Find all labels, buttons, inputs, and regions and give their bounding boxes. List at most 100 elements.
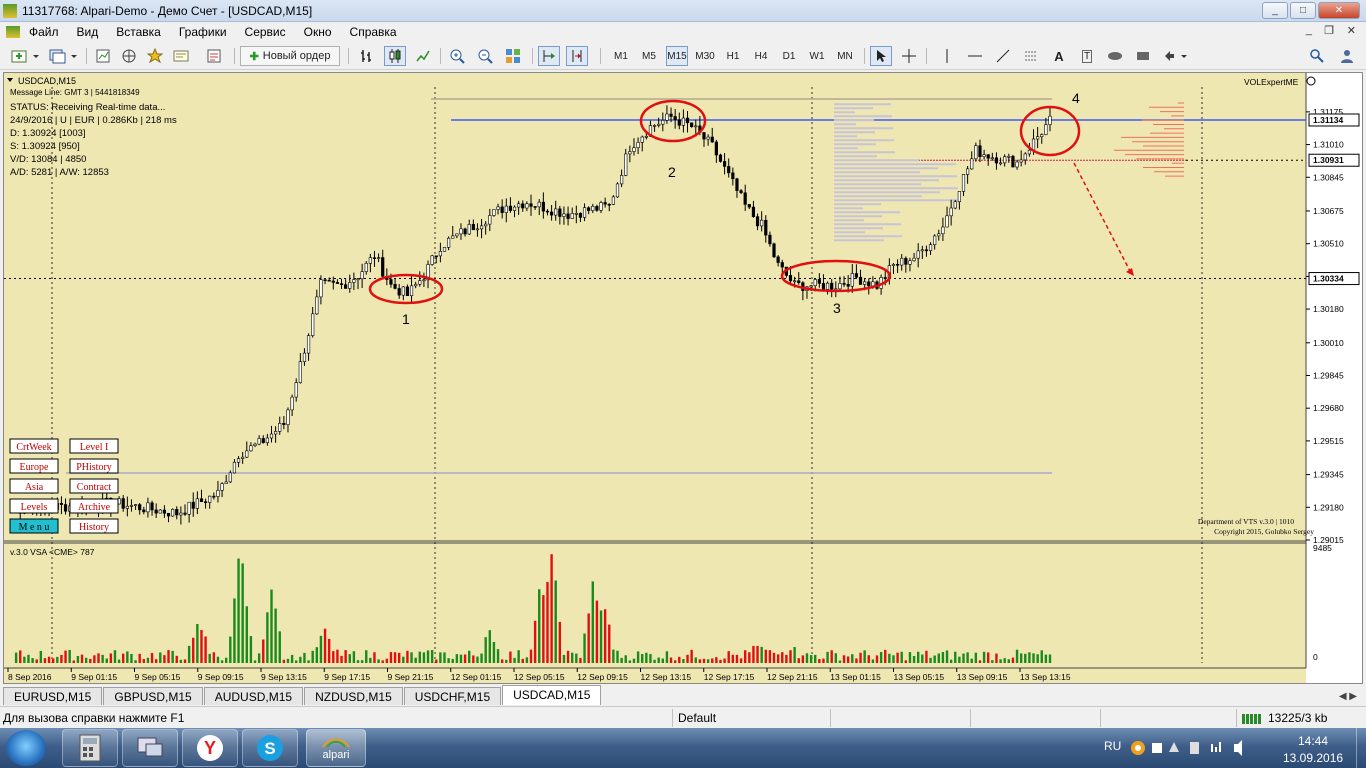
candle-body: [599, 202, 603, 211]
account-icon[interactable]: [1336, 46, 1358, 66]
panel-button-europe[interactable]: Europe: [9, 458, 59, 474]
panel-button-crtweek[interactable]: CrtWeek: [9, 438, 59, 454]
tray-icons[interactable]: [1130, 738, 1270, 768]
new-order-button[interactable]: ✚ Новый ордер: [240, 46, 340, 66]
volume-bar: [167, 650, 170, 663]
tray-date[interactable]: 13.09.2016: [1283, 751, 1343, 768]
bar-chart-icon[interactable]: [356, 46, 378, 66]
volume-bar: [772, 652, 776, 663]
start-button[interactable]: [6, 730, 46, 766]
close-button[interactable]: ✕: [1318, 2, 1360, 19]
tab-eurusd[interactable]: EURUSD,M15: [3, 687, 103, 705]
menu-file[interactable]: Файл: [20, 25, 68, 39]
tab-usdchf[interactable]: USDCHF,M15: [403, 687, 502, 705]
price-tick-label: 1.30675: [1313, 206, 1344, 216]
search-icon[interactable]: [1306, 46, 1328, 66]
show-desktop-button[interactable]: [1356, 728, 1366, 768]
chart-shift-icon[interactable]: [566, 46, 588, 66]
panel-button-asia[interactable]: Asia: [9, 478, 59, 494]
timeframe-d1[interactable]: D1: [778, 46, 800, 66]
volume-bar: [711, 658, 714, 663]
taskbar-alpari[interactable]: alpari: [306, 729, 366, 767]
volume-bar: [809, 655, 813, 663]
taskbar-skype[interactable]: S: [242, 729, 298, 767]
timeframe-h4[interactable]: H4: [750, 46, 772, 66]
panel-button-archive[interactable]: Archive: [69, 498, 119, 514]
tab-usdcad[interactable]: USDCAD,M15: [502, 685, 602, 705]
child-close-icon[interactable]: ✕: [1347, 24, 1356, 37]
child-restore-icon[interactable]: ❐: [1324, 24, 1334, 37]
candle-body: [504, 205, 508, 214]
market-watch-icon[interactable]: [92, 46, 114, 66]
menu-charts[interactable]: Графики: [170, 25, 236, 39]
arrows-dropdown-icon[interactable]: [1160, 46, 1192, 66]
menu-tools[interactable]: Сервис: [236, 25, 295, 39]
channel-icon[interactable]: [1020, 46, 1042, 66]
timeframe-mn[interactable]: MN: [834, 46, 856, 66]
menu-help[interactable]: Справка: [341, 25, 406, 39]
tab-audusd[interactable]: AUDUSD,M15: [203, 687, 304, 705]
taskbar-yandex[interactable]: Y: [182, 729, 238, 767]
tab-scroll-arrows[interactable]: ◀ ▶: [1333, 691, 1363, 705]
timeframe-h1[interactable]: H1: [722, 46, 744, 66]
tile-windows-icon[interactable]: [502, 46, 524, 66]
volume-bar: [402, 656, 405, 663]
tab-gbpusd[interactable]: GBPUSD,M15: [103, 687, 203, 705]
candle-body: [867, 281, 871, 287]
minimize-button[interactable]: _: [1262, 2, 1288, 19]
volume-bar: [974, 652, 978, 663]
timeframe-m1[interactable]: M1: [610, 46, 632, 66]
auto-scroll-icon[interactable]: [538, 46, 560, 66]
candle-body: [904, 257, 908, 265]
chart-window[interactable]: USDCAD,M15 1.31175 1.31010 1.30845 1.30675 1.…: [3, 72, 1363, 684]
timeframe-m30[interactable]: M30: [694, 46, 716, 66]
ellipse-icon[interactable]: [1104, 46, 1126, 66]
menu-view[interactable]: Вид: [68, 25, 108, 39]
maximize-button[interactable]: □: [1290, 2, 1316, 19]
panel-button-phistory[interactable]: PHistory: [69, 458, 119, 474]
taskbar-calculator[interactable]: [62, 729, 118, 767]
candle-body: [360, 271, 364, 280]
candlestick-chart-icon[interactable]: [384, 46, 406, 66]
vertical-line-icon[interactable]: [936, 46, 958, 66]
rectangle-icon[interactable]: [1132, 46, 1154, 66]
menu-insert[interactable]: Вставка: [107, 25, 170, 39]
trendline-icon[interactable]: [992, 46, 1014, 66]
zoom-out-icon[interactable]: [474, 46, 496, 66]
panel-button-levels[interactable]: Levels: [9, 498, 59, 514]
taskbar-network[interactable]: [122, 729, 178, 767]
zoom-in-icon[interactable]: [446, 46, 468, 66]
panel-button-contract[interactable]: Contract: [69, 478, 119, 494]
menu-window[interactable]: Окно: [295, 25, 341, 39]
candle-body: [1048, 115, 1052, 125]
timeframe-m15[interactable]: M15: [666, 46, 688, 66]
panel-button-history[interactable]: History: [69, 518, 119, 534]
child-minimize-icon[interactable]: _: [1306, 24, 1312, 36]
text-label-icon[interactable]: T: [1076, 46, 1098, 66]
terminal-icon[interactable]: [170, 46, 192, 66]
chart-canvas[interactable]: USDCAD,M151.311751.310101.308451.306751.…: [4, 73, 1362, 683]
horizontal-line-icon[interactable]: [964, 46, 986, 66]
text-icon[interactable]: A: [1048, 46, 1070, 66]
tab-nzdusd[interactable]: NZDUSD,M15: [304, 687, 403, 705]
volume-bar: [529, 649, 533, 663]
volume-bar: [509, 651, 512, 663]
panel-button-menu[interactable]: M e n u: [9, 518, 59, 534]
strategy-tester-icon[interactable]: [203, 46, 225, 66]
profiles-icon[interactable]: [46, 46, 82, 66]
favorites-icon[interactable]: [144, 46, 166, 66]
cursor-icon[interactable]: [870, 46, 892, 66]
crosshair-icon[interactable]: [898, 46, 920, 66]
volume-bar: [1028, 652, 1031, 663]
navigator-icon[interactable]: [118, 46, 140, 66]
candle-body: [941, 226, 945, 235]
volume-bar: [673, 660, 677, 663]
panel-button-leveli[interactable]: Level I: [69, 438, 119, 454]
line-chart-icon[interactable]: [412, 46, 434, 66]
new-chart-icon[interactable]: [8, 46, 44, 66]
time-tick-label: 13 Sep 05:15: [894, 672, 945, 682]
status-profile: Default: [678, 711, 717, 725]
timeframe-m5[interactable]: M5: [638, 46, 660, 66]
tray-lang[interactable]: RU: [1104, 739, 1121, 768]
timeframe-w1[interactable]: W1: [806, 46, 828, 66]
